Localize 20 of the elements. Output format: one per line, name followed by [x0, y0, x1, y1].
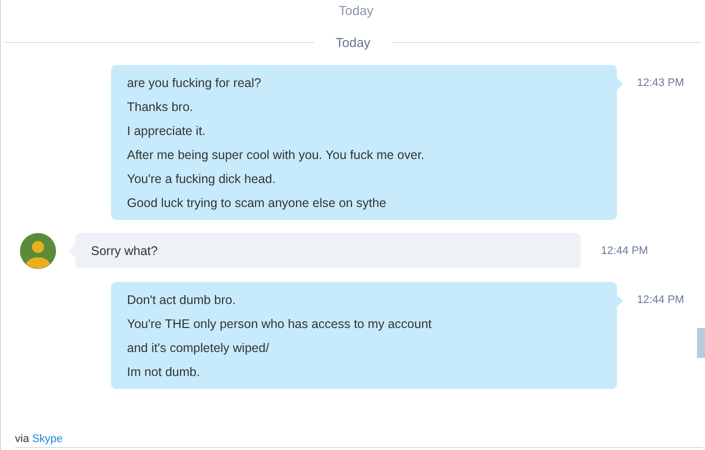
- message-text: Good luck trying to scam anyone else on sythe: [127, 195, 388, 212]
- message-time: 12:44 PM: [601, 244, 648, 257]
- message-text: Thanks bro.: [127, 99, 194, 116]
- message-text: Don't act dumb bro.: [127, 292, 237, 309]
- skype-link[interactable]: Skype: [32, 432, 63, 444]
- scrollbar-thumb[interactable]: [697, 328, 705, 358]
- message-text: are you fucking for real?: [127, 75, 262, 92]
- message-text: You're THE only person who has access to my account: [127, 316, 433, 333]
- via-label: via: [15, 432, 30, 444]
- day-divider-label: Today: [334, 34, 372, 50]
- message-time: 12:43 PM: [637, 76, 684, 89]
- message-time: 12:44 PM: [637, 293, 684, 306]
- message-text: Im not dumb.: [127, 364, 201, 381]
- message-text: After me being super cool with you. You fuck me over.: [127, 147, 426, 164]
- message-text: Sorry what?: [91, 243, 159, 260]
- avatar-icon: [20, 233, 56, 269]
- message-text: and it's completely wiped/: [127, 340, 270, 357]
- message-text: I appreciate it.: [127, 123, 207, 140]
- message-text: You're a fucking dick head.: [127, 171, 277, 188]
- sticky-date-header: Today: [338, 2, 374, 20]
